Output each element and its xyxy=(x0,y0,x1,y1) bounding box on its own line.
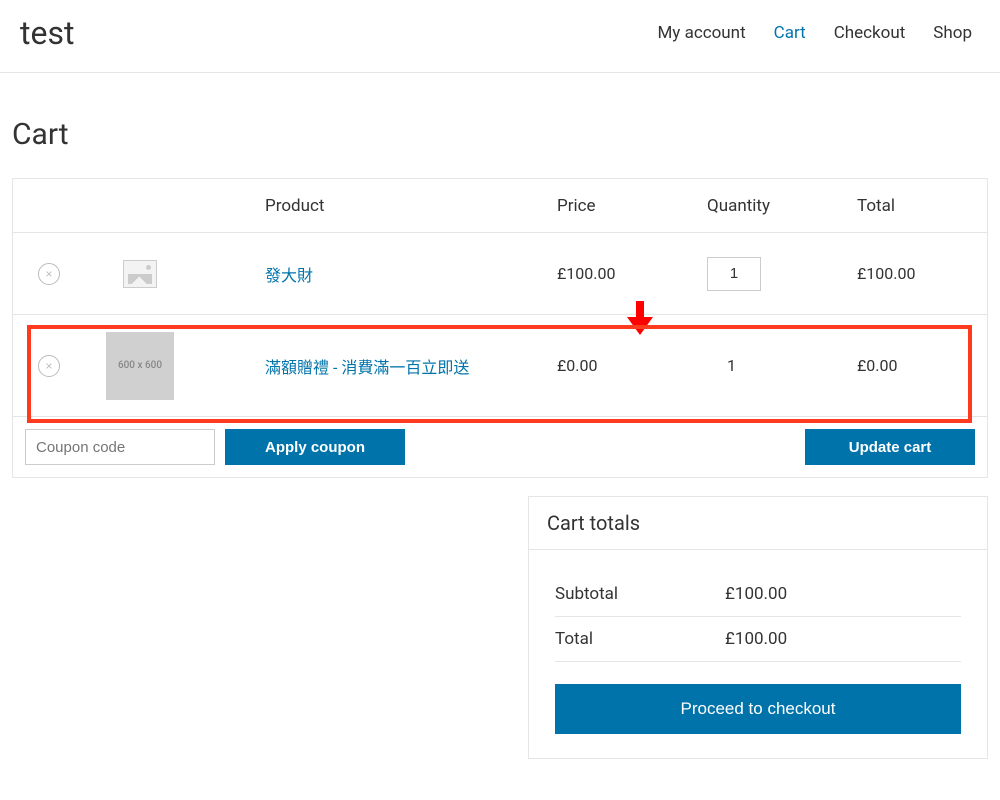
total-label: Total xyxy=(555,629,725,649)
price-cell: £0.00 xyxy=(557,356,707,375)
coupon-code-input[interactable] xyxy=(25,429,215,465)
apply-coupon-button[interactable]: Apply coupon xyxy=(225,429,405,465)
subtotal-row: Subtotal £100.00 xyxy=(555,572,961,617)
subtotal-value: £100.00 xyxy=(725,584,787,604)
remove-item-button[interactable]: × xyxy=(38,263,60,285)
page-title: Cart xyxy=(12,117,988,152)
nav-cart[interactable]: Cart xyxy=(774,23,806,43)
product-thumbnail-placeholder-icon: 600 x 600 xyxy=(106,332,174,400)
total-row: Total £100.00 xyxy=(555,617,961,662)
proceed-to-checkout-button[interactable]: Proceed to checkout xyxy=(555,684,961,734)
header-product: Product xyxy=(195,196,557,216)
nav-shop[interactable]: Shop xyxy=(933,23,972,43)
nav-my-account[interactable]: My account xyxy=(657,23,745,43)
header-price: Price xyxy=(557,196,707,216)
primary-nav: My account Cart Checkout Shop xyxy=(657,23,972,43)
cart-totals-title: Cart totals xyxy=(529,497,987,550)
quantity-static: 1 xyxy=(707,356,736,375)
product-name-link[interactable]: 發大財 xyxy=(265,266,313,285)
update-cart-button[interactable]: Update cart xyxy=(805,429,975,465)
product-thumbnail-placeholder-icon xyxy=(123,260,157,288)
line-total-cell: £0.00 xyxy=(857,356,987,375)
quantity-input[interactable] xyxy=(707,257,761,291)
total-value: £100.00 xyxy=(725,629,787,649)
nav-checkout[interactable]: Checkout xyxy=(834,23,906,43)
cart-table: Product Price Quantity Total × 發大財 £100.… xyxy=(12,178,988,478)
site-title: test xyxy=(20,14,74,52)
table-row: × 發大財 £100.00 £100.00 xyxy=(13,233,987,315)
close-icon: × xyxy=(45,360,52,372)
close-icon: × xyxy=(45,268,52,280)
site-header: test My account Cart Checkout Shop xyxy=(0,0,1000,73)
header-total: Total xyxy=(857,196,987,216)
header-quantity: Quantity xyxy=(707,196,857,216)
cart-actions-row: Apply coupon Update cart xyxy=(13,417,987,477)
remove-item-button[interactable]: × xyxy=(38,355,60,377)
line-total-cell: £100.00 xyxy=(857,264,987,283)
price-cell: £100.00 xyxy=(557,264,707,283)
cart-totals-panel: Cart totals Subtotal £100.00 Total £100.… xyxy=(528,496,988,759)
subtotal-label: Subtotal xyxy=(555,584,725,604)
table-row: × 600 x 600 滿額贈禮 - 消費滿一百立即送 £0.00 1 £0.0… xyxy=(13,315,987,417)
table-header-row: Product Price Quantity Total xyxy=(13,179,987,233)
page-content: Cart Product Price Quantity Total × 發大財 … xyxy=(0,73,1000,759)
product-name-link[interactable]: 滿額贈禮 - 消費滿一百立即送 xyxy=(265,358,469,377)
